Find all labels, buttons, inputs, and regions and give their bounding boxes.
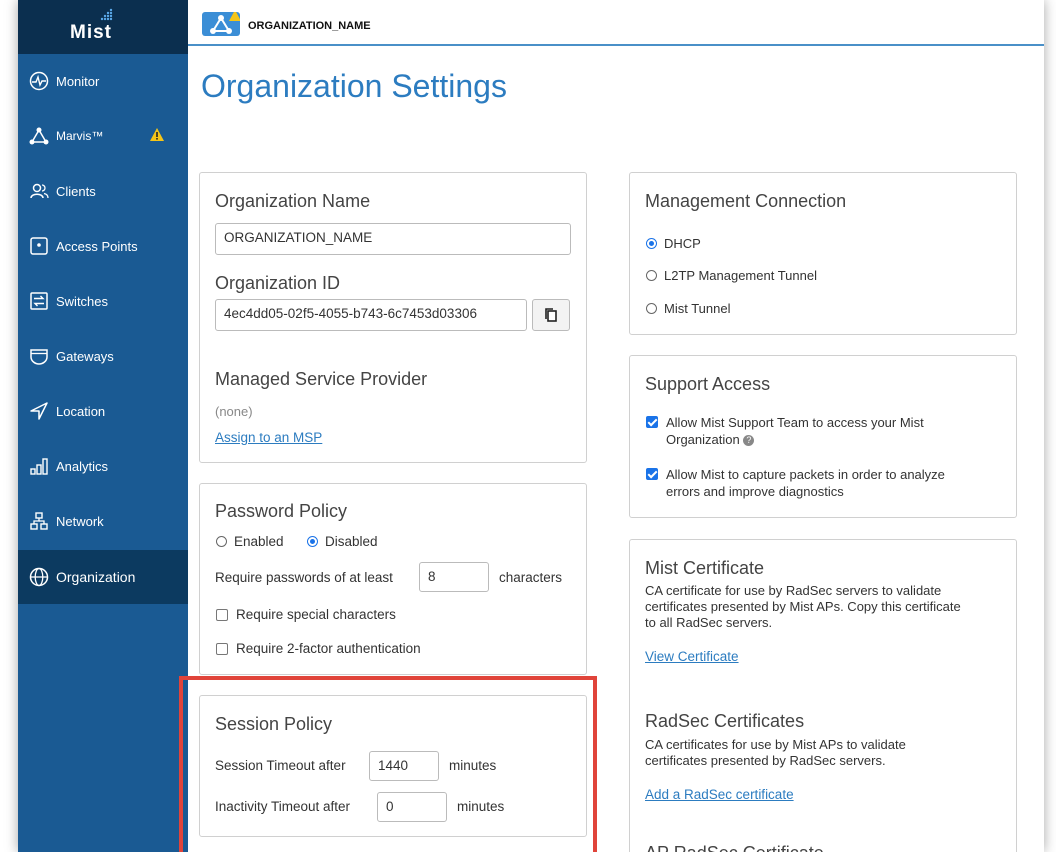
msp-title: Managed Service Provider: [215, 369, 428, 389]
sidebar-item-label: Clients: [56, 183, 96, 199]
highlight-box: [179, 676, 597, 852]
add-radsec-link[interactable]: Add a RadSec certificate: [645, 787, 794, 802]
sidebar-item-label: Monitor: [56, 73, 100, 89]
top-bar: ORGANIZATION_NAME: [188, 0, 1044, 46]
password-enabled-label: Enabled: [234, 534, 284, 549]
sidebar-item-monitor[interactable]: Monitor: [18, 55, 188, 107]
sidebar: Mist Monitor Marvis™ Clients Access Poin…: [18, 0, 188, 852]
organization-icon: [28, 566, 50, 588]
mist-logo[interactable]: Mist: [70, 22, 112, 44]
dhcp-radio[interactable]: [646, 238, 657, 249]
support-team-label: Allow Mist Support Team to access your M…: [666, 414, 924, 448]
capture-packets-checkbox[interactable]: [646, 468, 658, 480]
app-window: Mist Monitor Marvis™ Clients Access Poin…: [18, 0, 1044, 852]
logo-area: Mist: [18, 0, 188, 54]
support-team-label-line1: Allow Mist Support Team to access your M…: [666, 415, 924, 430]
network-icon: [28, 510, 50, 532]
org-name[interactable]: ORGANIZATION_NAME: [248, 20, 371, 32]
special-chars-checkbox[interactable]: [216, 609, 228, 621]
assign-msp-link[interactable]: Assign to an MSP: [215, 430, 322, 445]
sidebar-item-label: Location: [56, 403, 106, 419]
organization-info-panel: Organization Name ORGANIZATION_NAME Orga…: [199, 172, 587, 463]
support-access-title: Support Access: [645, 374, 771, 394]
help-icon[interactable]: ?: [743, 435, 755, 447]
special-chars-label: Require special characters: [236, 607, 396, 622]
marvis-icon: [28, 125, 50, 147]
view-certificate-link[interactable]: View Certificate: [645, 649, 739, 664]
sidebar-item-switches[interactable]: Switches: [18, 275, 188, 327]
min-length-unit: characters: [499, 570, 563, 585]
analytics-icon: [28, 455, 50, 477]
l2tp-label: L2TP Management Tunnel: [664, 268, 817, 283]
org-name-title: Organization Name: [215, 191, 371, 211]
org-name-input[interactable]: ORGANIZATION_NAME: [215, 223, 571, 255]
sidebar-item-label: Network: [56, 513, 104, 529]
password-disabled-label: Disabled: [325, 534, 378, 549]
sidebar-item-clients[interactable]: Clients: [18, 165, 188, 217]
mist-certificate-title: Mist Certificate: [645, 558, 765, 578]
mist-certificate-desc-line1: CA certificate for use by RadSec servers…: [645, 583, 942, 598]
password-enabled-radio[interactable]: [216, 536, 227, 547]
support-access-panel: Support Access Allow Mist Support Team t…: [629, 355, 1017, 518]
radsec-title: RadSec Certificates: [645, 711, 805, 731]
switch-icon: [28, 290, 50, 312]
ap-radsec-title: AP RadSec Certificate: [645, 843, 824, 852]
sidebar-item-label: Switches: [56, 293, 109, 309]
l2tp-radio[interactable]: [646, 270, 657, 281]
min-length-input[interactable]: 8: [419, 562, 489, 592]
dhcp-label: DHCP: [664, 236, 701, 251]
warning-icon: [150, 128, 164, 141]
radsec-description: CA certificates for use by Mist APs to v…: [645, 737, 906, 769]
msp-value: (none): [215, 404, 253, 419]
sidebar-item-label: Organization: [56, 569, 136, 585]
two-factor-label: Require 2-factor authentication: [236, 641, 421, 656]
sidebar-item-analytics[interactable]: Analytics: [18, 440, 188, 492]
copy-icon: [545, 308, 557, 322]
mist-tunnel-label: Mist Tunnel: [664, 301, 731, 316]
password-policy-title: Password Policy: [215, 501, 348, 521]
sidebar-item-label: Gateways: [56, 348, 114, 364]
sidebar-item-gateways[interactable]: Gateways: [18, 330, 188, 382]
two-factor-checkbox[interactable]: [216, 643, 228, 655]
password-policy-panel: Password Policy Enabled Disabled Require…: [199, 483, 587, 675]
sidebar-item-location[interactable]: Location: [18, 385, 188, 437]
mist-certificate-desc-line3: to all RadSec servers.: [645, 615, 773, 630]
support-team-checkbox[interactable]: [646, 416, 658, 428]
sidebar-item-marvis[interactable]: Marvis™: [18, 110, 188, 162]
sidebar-item-label: Analytics: [56, 458, 109, 474]
access-point-icon: [28, 235, 50, 257]
page-title: Organization Settings: [201, 68, 507, 104]
min-length-label: Require passwords of at least: [215, 570, 393, 585]
org-id-field[interactable]: 4ec4dd05-02f5-4055-b743-6c7453d03306: [215, 299, 527, 331]
capture-packets-label: Allow Mist to capture packets in order t…: [666, 466, 945, 500]
mist-certificate-desc-line2: certificates presented by Mist APs. Copy…: [645, 599, 961, 614]
sidebar-item-label: Access Points: [56, 238, 138, 254]
sidebar-item-organization[interactable]: Organization: [18, 550, 188, 604]
radsec-desc-line2: certificates presented by RadSec servers…: [645, 753, 886, 768]
sidebar-item-network[interactable]: Network: [18, 495, 188, 547]
password-disabled-radio[interactable]: [307, 536, 318, 547]
org-switcher-icon[interactable]: [202, 10, 241, 36]
org-id-title: Organization ID: [215, 273, 341, 293]
capture-packets-label-line2: errors and improve diagnostics: [666, 484, 844, 499]
location-icon: [28, 400, 50, 422]
logo-dots-icon: [100, 8, 113, 21]
capture-packets-label-line1: Allow Mist to capture packets in order t…: [666, 467, 945, 482]
mist-certificate-description: CA certificate for use by RadSec servers…: [645, 583, 961, 631]
support-team-label-line2: Organization: [666, 432, 740, 447]
copy-button[interactable]: [532, 299, 570, 331]
management-connection-panel: Management Connection DHCP L2TP Manageme…: [629, 172, 1017, 335]
sidebar-item-access-points[interactable]: Access Points: [18, 220, 188, 272]
gateway-icon: [28, 345, 50, 367]
management-connection-title: Management Connection: [645, 191, 847, 211]
monitor-icon: [28, 70, 50, 92]
radsec-desc-line1: CA certificates for use by Mist APs to v…: [645, 737, 906, 752]
sidebar-item-label: Marvis™: [56, 129, 104, 143]
clients-icon: [28, 180, 50, 202]
mist-tunnel-radio[interactable]: [646, 303, 657, 314]
certificates-panel: Mist Certificate CA certificate for use …: [629, 539, 1017, 852]
